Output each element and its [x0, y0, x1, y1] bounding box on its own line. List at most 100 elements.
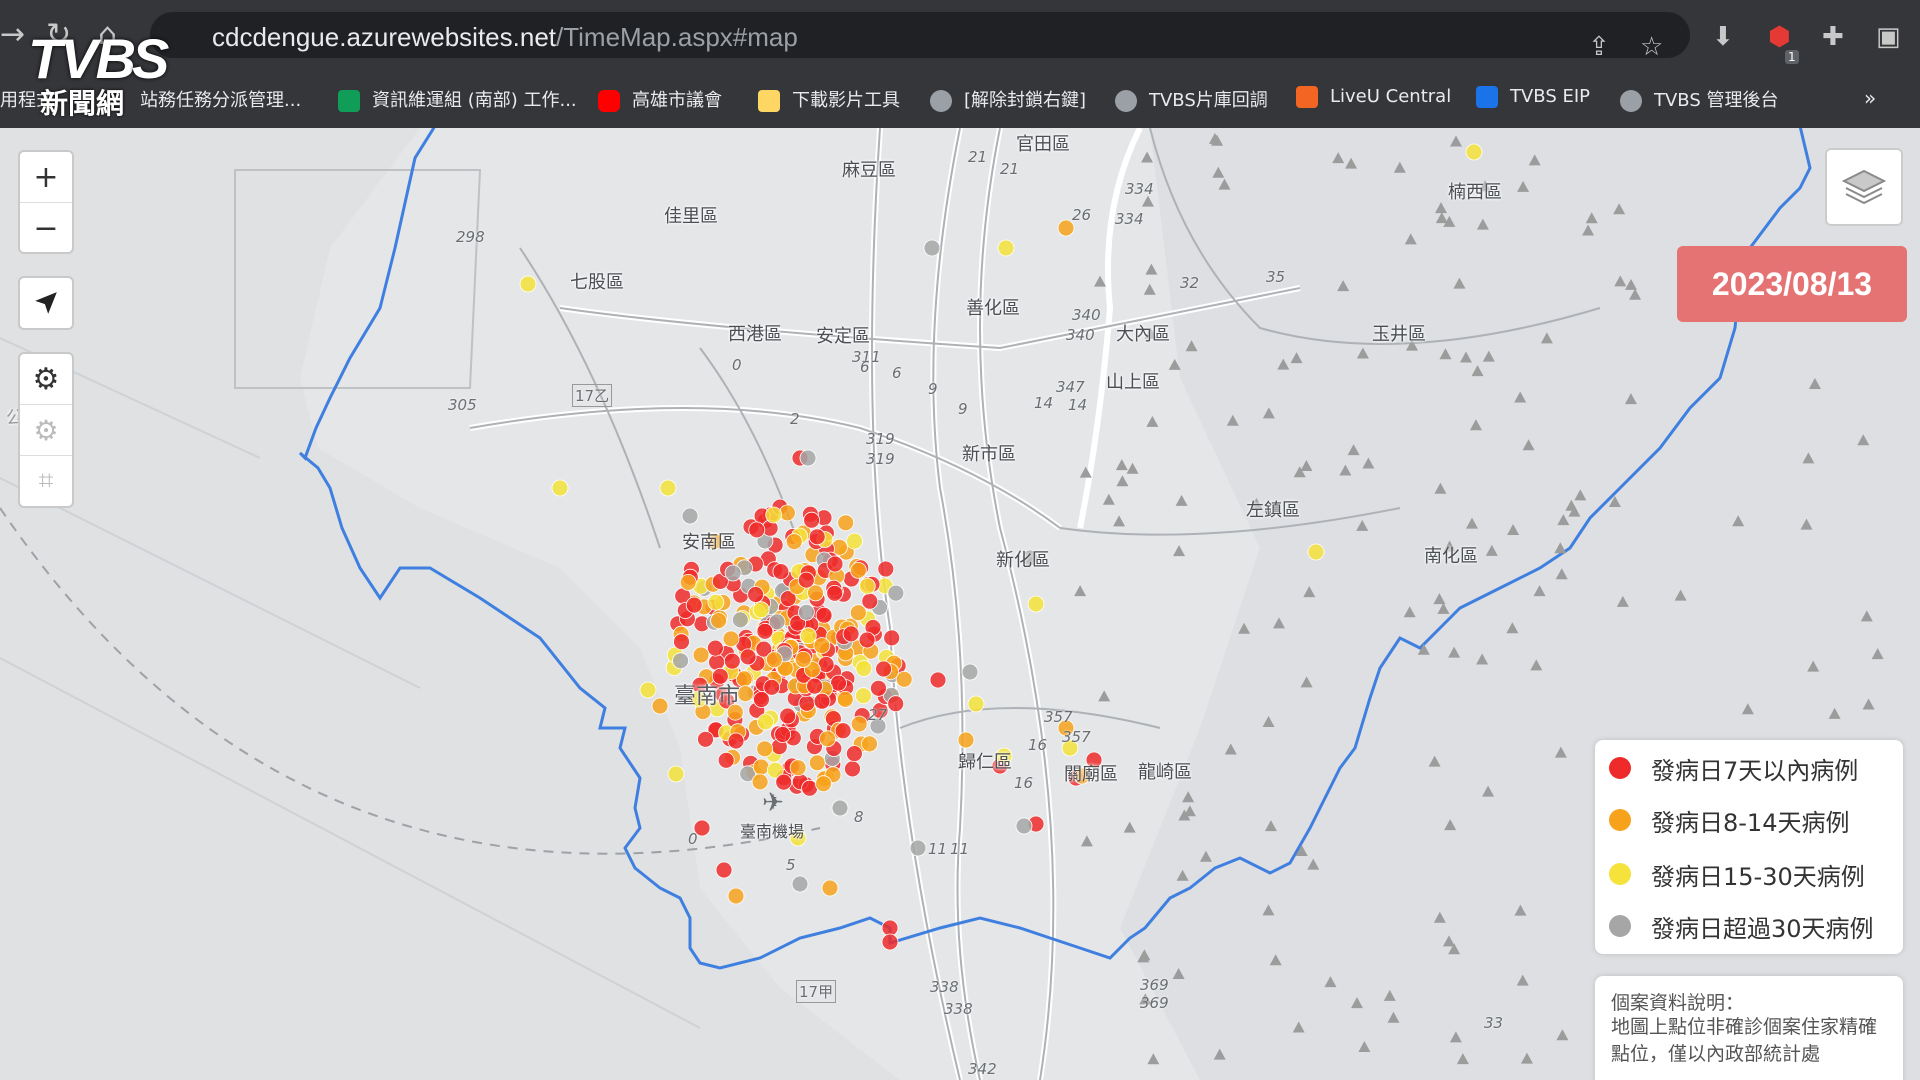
zoom-in-button[interactable]: +	[20, 152, 72, 202]
case-dot	[870, 679, 887, 697]
road-label: 334	[1125, 180, 1154, 198]
road-label: 340	[1072, 306, 1101, 324]
case-dot	[967, 695, 985, 713]
legend-label: 發病日7天以內病例	[1651, 756, 1859, 785]
case-dot	[673, 633, 690, 651]
case-dot	[808, 754, 826, 772]
road-label: 14	[1034, 394, 1054, 412]
share-icon[interactable]: ⇪	[1588, 32, 1610, 62]
url-text[interactable]: cdcdengue.azurewebsites.net/TimeMap.aspx…	[212, 22, 798, 53]
legend-dot	[1609, 863, 1631, 885]
case-dot	[519, 275, 537, 293]
bookmarks-more-button[interactable]: »	[1864, 86, 1876, 110]
bookmark-unlock-rightclick[interactable]: [解除封鎖右鍵]	[930, 86, 1086, 112]
download-icon[interactable]: ⬇	[1712, 22, 1734, 52]
case-dot	[763, 678, 781, 696]
dengue-map[interactable]: ✈ 21 21 334 334 26 298 305 32 35 340 340…	[0, 128, 1920, 1080]
case-dot	[727, 887, 745, 905]
crop-button[interactable]: ⌗	[20, 455, 72, 506]
case-dot	[806, 677, 823, 695]
tvbs-logo: TVBS 新聞網	[28, 26, 218, 120]
zoom-out-button[interactable]: −	[20, 202, 72, 253]
road-label: 21	[1000, 160, 1020, 178]
bookmark-kaohsiung-council[interactable]: 高雄市議會	[598, 86, 722, 112]
case-dot	[887, 695, 905, 713]
legend-label: 發病日超過30天病例	[1651, 914, 1874, 943]
bookmark-tvbs-archive[interactable]: TVBS片庫回調	[1115, 86, 1268, 112]
zoom-control: + −	[18, 150, 74, 254]
case-dot	[791, 875, 809, 893]
case-dot	[1027, 595, 1045, 613]
advanced-settings-button[interactable]: ⚙	[20, 404, 72, 455]
case-dot	[858, 577, 876, 595]
road-label: 347	[1056, 378, 1085, 396]
place-shanshang: 山上區	[1106, 372, 1160, 393]
case-dot	[797, 571, 815, 589]
case-dot	[877, 560, 895, 578]
extension-shield-icon[interactable]: ⬢	[1768, 22, 1791, 52]
bookmark-liveu[interactable]: LiveU Central	[1296, 86, 1451, 108]
legend-item: 發病日8-14天病例	[1609, 800, 1849, 840]
road-label: 27	[868, 706, 888, 724]
case-dot	[756, 740, 774, 758]
case-dot	[789, 759, 807, 777]
bookmark-it-south[interactable]: 資訊維運組 (南部) 工作...	[338, 86, 577, 112]
road-label: 17乙	[572, 384, 613, 407]
case-dot	[685, 596, 703, 614]
case-dot	[1015, 817, 1033, 835]
road-label: 305	[448, 396, 477, 414]
place-anding: 安定區	[816, 326, 870, 347]
case-dot	[717, 751, 735, 769]
road-label: 11	[928, 840, 948, 858]
case-dot	[659, 479, 677, 497]
bookmark-tvbs-admin[interactable]: TVBS 管理後台	[1620, 86, 1779, 112]
case-dot	[813, 637, 831, 654]
road-label: 342	[968, 1060, 997, 1078]
road-label: 32	[1180, 274, 1200, 292]
address-bar[interactable]: cdcdengue.azurewebsites.net/TimeMap.aspx…	[150, 12, 1690, 62]
case-dot	[957, 731, 975, 749]
case-dot	[837, 514, 855, 532]
road-label: 369	[1140, 994, 1169, 1012]
case-dot	[679, 573, 697, 591]
case-dot	[858, 631, 876, 649]
browser-chrome: → ↻ ⌂ cdcdengue.azurewebsites.net/TimeMa…	[0, 0, 1920, 128]
case-dot	[855, 687, 872, 705]
place-nanhua: 南化區	[1424, 546, 1478, 567]
case-dot	[842, 625, 860, 643]
case-dot	[707, 593, 725, 611]
locate-button[interactable]	[20, 278, 72, 328]
case-dot	[909, 839, 927, 857]
road-label: 357	[1044, 708, 1073, 726]
case-dot	[752, 601, 770, 619]
road-label: 35	[1266, 268, 1286, 286]
layers-button[interactable]	[1825, 148, 1903, 226]
extensions-puzzle-icon[interactable]: ✚	[1822, 22, 1844, 52]
case-dot	[551, 479, 569, 497]
bookmark-tvbs-eip[interactable]: TVBS EIP	[1476, 86, 1590, 108]
place-yujing: 玉井區	[1372, 324, 1426, 345]
case-dot	[710, 612, 727, 630]
case-dot	[836, 691, 854, 708]
case-dot	[834, 722, 852, 740]
bookmark-star-icon[interactable]: ☆	[1640, 32, 1663, 62]
place-xinhua: 新化區	[996, 550, 1050, 571]
case-dot	[1307, 543, 1325, 561]
settings-button[interactable]: ⚙	[20, 354, 72, 404]
road-label: 369	[1140, 976, 1169, 994]
case-dot	[697, 730, 714, 748]
case-dot	[707, 639, 724, 657]
bookmark-video-download[interactable]: 下載影片工具	[758, 86, 900, 112]
road-label: 26	[1072, 206, 1092, 224]
gears-icon: ⚙	[33, 413, 59, 447]
info-body: 地圖上點位非確診個案住家精確點位，僅以內政部統計處	[1611, 1016, 1878, 1065]
road-label: 9	[958, 400, 968, 418]
side-panel-icon[interactable]: ▣	[1876, 22, 1901, 52]
info-title: 個案資料說明：	[1611, 992, 1745, 1014]
case-dot	[830, 674, 847, 692]
case-dot	[799, 449, 817, 467]
extension-badge: 1	[1785, 50, 1799, 64]
road-label: 298	[456, 228, 485, 246]
forward-icon[interactable]: →	[0, 17, 25, 52]
legend-item: 發病日15-30天病例	[1609, 854, 1865, 894]
